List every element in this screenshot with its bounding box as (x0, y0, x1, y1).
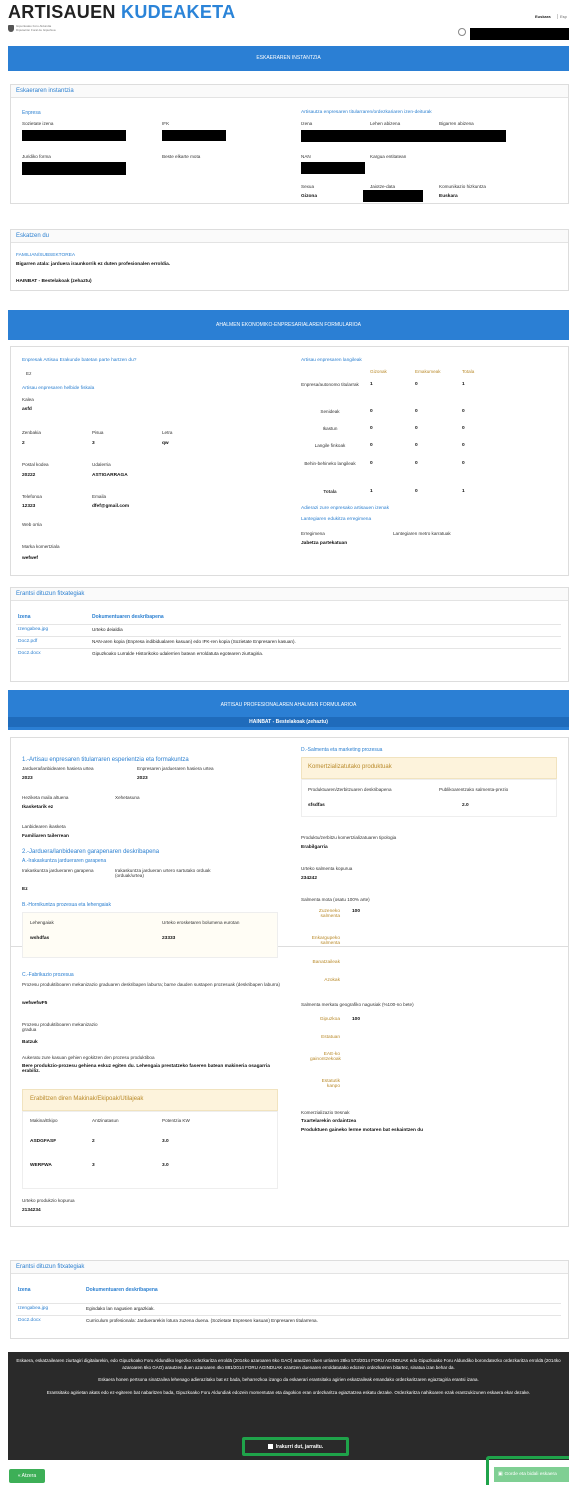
lang-euskara[interactable]: Euskara (535, 14, 551, 19)
lang-esp[interactable]: Esp (557, 14, 567, 19)
save-icon: ▣ (498, 1472, 503, 1477)
langile-row-label: Ikastun (322, 426, 338, 431)
file-description: Curriculum profesionala: Jarduerarekin l… (86, 1318, 318, 1323)
file-link[interactable]: Doc2.docx (18, 1318, 41, 1323)
ifk-label: IFK (162, 121, 170, 126)
beste-label: Beste elkarte mota (162, 154, 201, 159)
back-button[interactable]: «Atzera (9, 1469, 45, 1483)
back-arrow-icon: « (17, 1473, 21, 1479)
izena-redacted (301, 130, 506, 142)
checkbox-icon (267, 1444, 273, 1449)
jaiotze-redacted (363, 190, 423, 202)
save-send-button[interactable]: ▣ Gorde eta bidali eskaera (494, 1467, 569, 1482)
langile-row-value: 0 (462, 409, 465, 414)
brand-title: ARTISAUEN KUDEAKETA (8, 2, 236, 22)
juridiko-label: Juridiko forma (22, 154, 51, 159)
langile-row-value: 0 (370, 443, 373, 448)
titular-heading: Artisautza enpresaren titularraren/ordez… (301, 110, 432, 115)
langile-row-value: 0 (415, 489, 418, 494)
panel-eskatzen: Eskatzen du (10, 229, 569, 291)
langile-row-value: 0 (370, 461, 373, 466)
band-instantzia: ESKAERAREN INSTANTZIA (8, 46, 569, 71)
file-link[interactable]: Doc2.docx (18, 651, 41, 656)
langile-row-value: 0 (415, 461, 418, 466)
panel-title: Eskaeraren instantzia (11, 85, 568, 98)
langile-row-value: 1 (370, 382, 373, 387)
file-description: NAN-aren kopia (Enpresa indibidualaren k… (92, 639, 296, 644)
langile-row-label: Totala (323, 489, 337, 494)
file-link[interactable]: Izengabea.jpg (18, 1306, 48, 1311)
user-icon[interactable] (458, 28, 466, 36)
langile-row-value: 1 (370, 489, 373, 494)
gfa-logo: Gipuzkoako Foru Aldundia Diputación Foral… (8, 24, 56, 32)
langile-row-label: Behin-behineko langileak (304, 461, 356, 466)
langile-row-value: 0 (415, 382, 418, 387)
panel-fitxategiak-2: Erantsi dituzun fitxategiak (10, 1260, 569, 1339)
user-name-redacted (470, 28, 569, 40)
file-description: Gipuzkoako Lurralde Historikoko udalerri… (92, 651, 264, 656)
band-ahalmen: AHALMEN EKONOMIKO-ENPRESARIALAREN FORMUL… (8, 310, 569, 340)
sozietate-redacted (22, 130, 126, 141)
panel-fitxategiak-1: Erantsi dituzun fitxategiak (10, 587, 569, 682)
panel-ahalmen (10, 346, 569, 576)
read-checkbox[interactable]: Irakurri dut, jarraitu. (242, 1437, 349, 1456)
juridiko-redacted (22, 162, 126, 175)
langile-row-value: 1 (462, 382, 465, 387)
langile-row-label: Enpresa/autonomo titularrak (301, 382, 359, 387)
file-description: Egindako lan nagusien argazkiak. (86, 1306, 155, 1311)
nan-redacted (301, 162, 365, 174)
sozietate-label: Sozietate izena (22, 121, 54, 126)
langile-row-label: Senideak (320, 409, 340, 414)
file-description: Urteko deialdia (92, 627, 123, 632)
langile-row-value: 0 (415, 443, 418, 448)
ifk-redacted (162, 130, 226, 141)
langile-row-value: 0 (462, 443, 465, 448)
langile-row-value: 0 (370, 409, 373, 414)
enpresa-heading: Enpresa (22, 110, 41, 116)
file-link[interactable]: Izengabea.jpg (18, 627, 48, 632)
langile-row-value: 1 (462, 489, 465, 494)
langile-row-value: 0 (462, 426, 465, 431)
file-link[interactable]: Doc2.pdf (18, 639, 37, 644)
langile-row-value: 0 (415, 409, 418, 414)
langile-row-value: 0 (370, 426, 373, 431)
langile-row-label: Langile finkoak (314, 443, 346, 448)
langile-row-value: 0 (462, 461, 465, 466)
langile-row-value: 0 (415, 426, 418, 431)
shield-icon (8, 25, 14, 32)
